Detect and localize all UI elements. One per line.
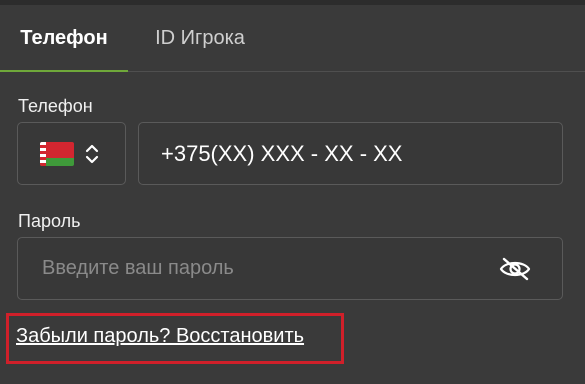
phone-input-value: +375(XX) XXX - XX - XX [161, 140, 403, 166]
tab-player-id[interactable]: ID Игрока [132, 5, 268, 71]
forgot-password-link[interactable]: Забыли пароль? Восстановить [16, 325, 304, 348]
phone-input[interactable]: +375(XX) XXX - XX - XX [138, 122, 563, 185]
login-tabs: Телефон ID Игрока [0, 5, 585, 72]
belarus-flag-icon [40, 142, 74, 166]
chevron-up-down-icon [85, 144, 99, 164]
password-placeholder: Введите ваш пароль [42, 257, 234, 279]
eye-off-icon[interactable] [498, 256, 532, 282]
phone-label: Телефон [18, 96, 93, 116]
tab-phone[interactable]: Телефон [0, 5, 128, 72]
password-label: Пароль [18, 211, 81, 231]
country-code-select[interactable] [17, 122, 126, 185]
password-input[interactable]: Введите ваш пароль [17, 237, 563, 300]
